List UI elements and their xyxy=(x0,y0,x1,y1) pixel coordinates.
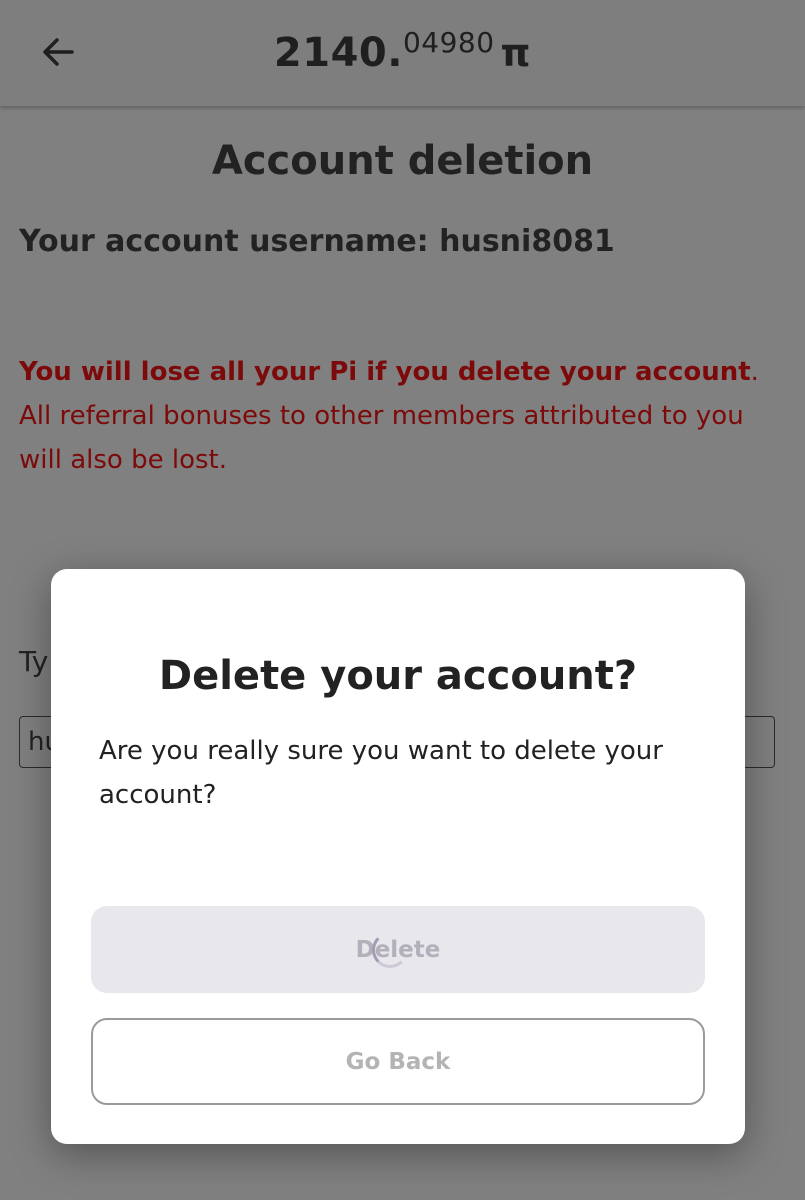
spinner-icon xyxy=(372,931,408,968)
account-username: Your account username: husni8081 xyxy=(19,224,615,259)
pi-currency-icon: π xyxy=(500,31,532,75)
dialog-title: Delete your account? xyxy=(158,653,638,699)
dialog-message: Are you really sure you want to delete y… xyxy=(99,736,663,810)
app-header: 2140.04980 π xyxy=(0,0,805,106)
go-back-button-label: Go Back xyxy=(345,1048,451,1075)
balance-decimal: 04980 xyxy=(402,26,495,59)
balance-integer: 2140. xyxy=(273,30,403,76)
delete-account-dialog: Delete your account? Are you really sure… xyxy=(51,569,745,1144)
warning-bold-text: You will lose all your Pi if you delete … xyxy=(19,357,751,387)
pi-balance: 2140.04980 π xyxy=(0,26,805,76)
type-username-label: Ty xyxy=(19,645,49,678)
delete-button[interactable]: Delete xyxy=(91,906,705,993)
page-title: Account deletion xyxy=(211,138,594,184)
deletion-warning: You will lose all your Pi if you delete … xyxy=(19,350,779,482)
go-back-button[interactable]: Go Back xyxy=(91,1018,705,1105)
